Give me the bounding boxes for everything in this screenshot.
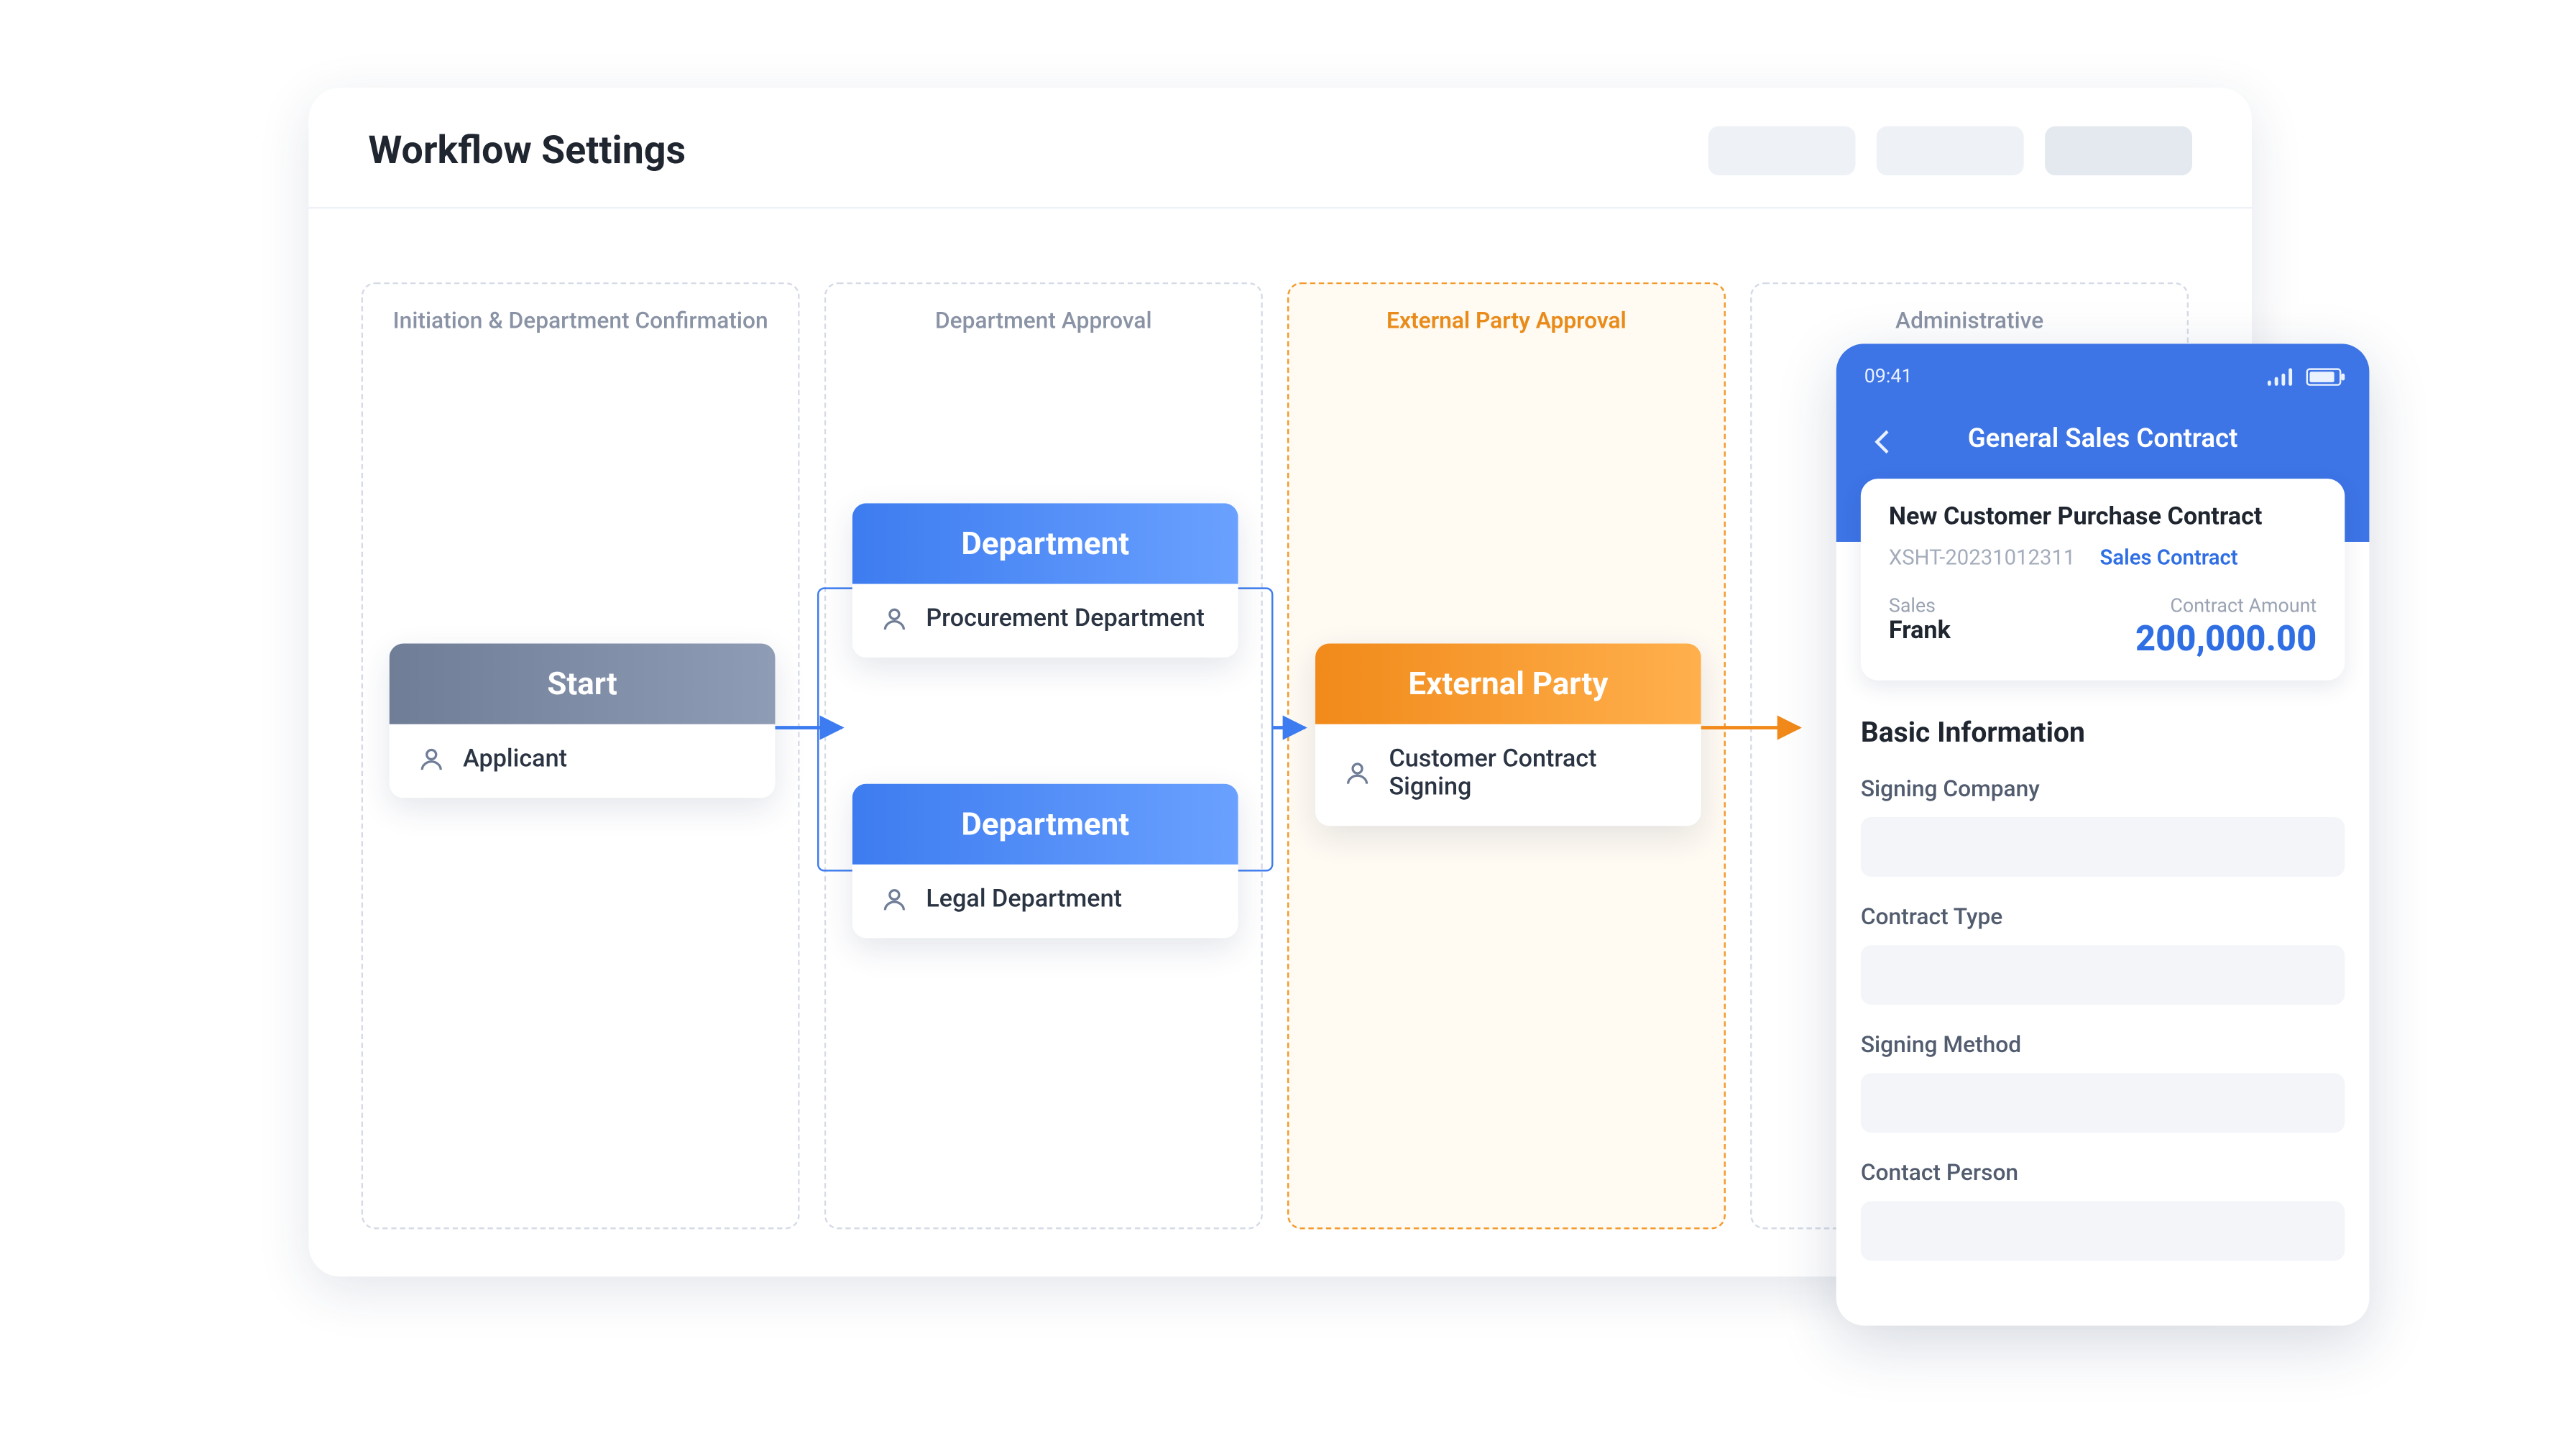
sales-value: Frank	[1889, 617, 1951, 645]
node-department-legal[interactable]: Department Legal Department	[852, 784, 1238, 939]
input-contact-person[interactable]	[1861, 1201, 2345, 1260]
back-icon[interactable]	[1868, 426, 1900, 465]
contract-code: XSHT-20231012311	[1889, 545, 2075, 570]
contract-title: New Customer Purchase Contract	[1889, 503, 2317, 531]
mobile-preview: 09:41 General Sales Contract New Custome…	[1836, 344, 2370, 1325]
node-department-procurement[interactable]: Department Procurement Department	[852, 503, 1238, 658]
field-contract-type: Contract Type	[1861, 905, 2345, 1005]
header-button-placeholder-2[interactable]	[1877, 126, 2024, 175]
battery-icon	[2306, 367, 2342, 384]
signal-icon	[2268, 367, 2296, 384]
lane-title: Initiation & Department Confirmation	[363, 308, 798, 335]
user-icon	[880, 605, 908, 633]
lane-department-approval: Department Approval	[824, 282, 1263, 1230]
section-title: Basic Information	[1861, 716, 2345, 749]
lane-title: Administrative	[1752, 308, 2187, 335]
input-signing-company[interactable]	[1861, 817, 2345, 877]
contract-tag[interactable]: Sales Contract	[2100, 545, 2238, 570]
contract-summary-card: New Customer Purchase Contract XSHT-2023…	[1861, 479, 2345, 681]
status-time: 09:41	[1864, 365, 1913, 388]
node-role: Customer Contract Signing	[1315, 724, 1701, 826]
header-actions	[1708, 126, 2192, 175]
field-signing-company: Signing Company	[1861, 777, 2345, 877]
sales-label: Sales	[1889, 594, 1951, 617]
header-button-placeholder-3[interactable]	[2045, 126, 2192, 175]
user-icon	[880, 885, 908, 913]
lane-title: External Party Approval	[1289, 308, 1724, 335]
input-contract-type[interactable]	[1861, 945, 2345, 1005]
lane-title: Department Approval	[826, 308, 1261, 335]
card-header: Workflow Settings	[308, 88, 2252, 208]
node-title: Department	[852, 503, 1238, 584]
field-signing-method: Signing Method	[1861, 1033, 2345, 1133]
node-role: Procurement Department	[852, 584, 1238, 658]
node-title: Start	[390, 643, 776, 724]
user-icon	[418, 745, 446, 773]
amount-value: 200,000.00	[2135, 617, 2317, 660]
node-title: Department	[852, 784, 1238, 865]
page-title: Workflow Settings	[368, 129, 686, 172]
node-start[interactable]: Start Applicant	[390, 643, 776, 798]
amount-label: Contract Amount	[2135, 594, 2317, 617]
phone-title: General Sales Contract	[1968, 423, 2238, 454]
node-external-party[interactable]: External Party Customer Contract Signing	[1315, 643, 1701, 826]
node-title: External Party	[1315, 643, 1701, 724]
field-contact-person: Contact Person	[1861, 1161, 2345, 1260]
input-signing-method[interactable]	[1861, 1073, 2345, 1133]
status-bar: 09:41	[1864, 365, 2342, 388]
header-button-placeholder-1[interactable]	[1708, 126, 1856, 175]
node-role: Applicant	[390, 724, 776, 798]
node-role: Legal Department	[852, 865, 1238, 938]
user-icon	[1343, 760, 1371, 788]
